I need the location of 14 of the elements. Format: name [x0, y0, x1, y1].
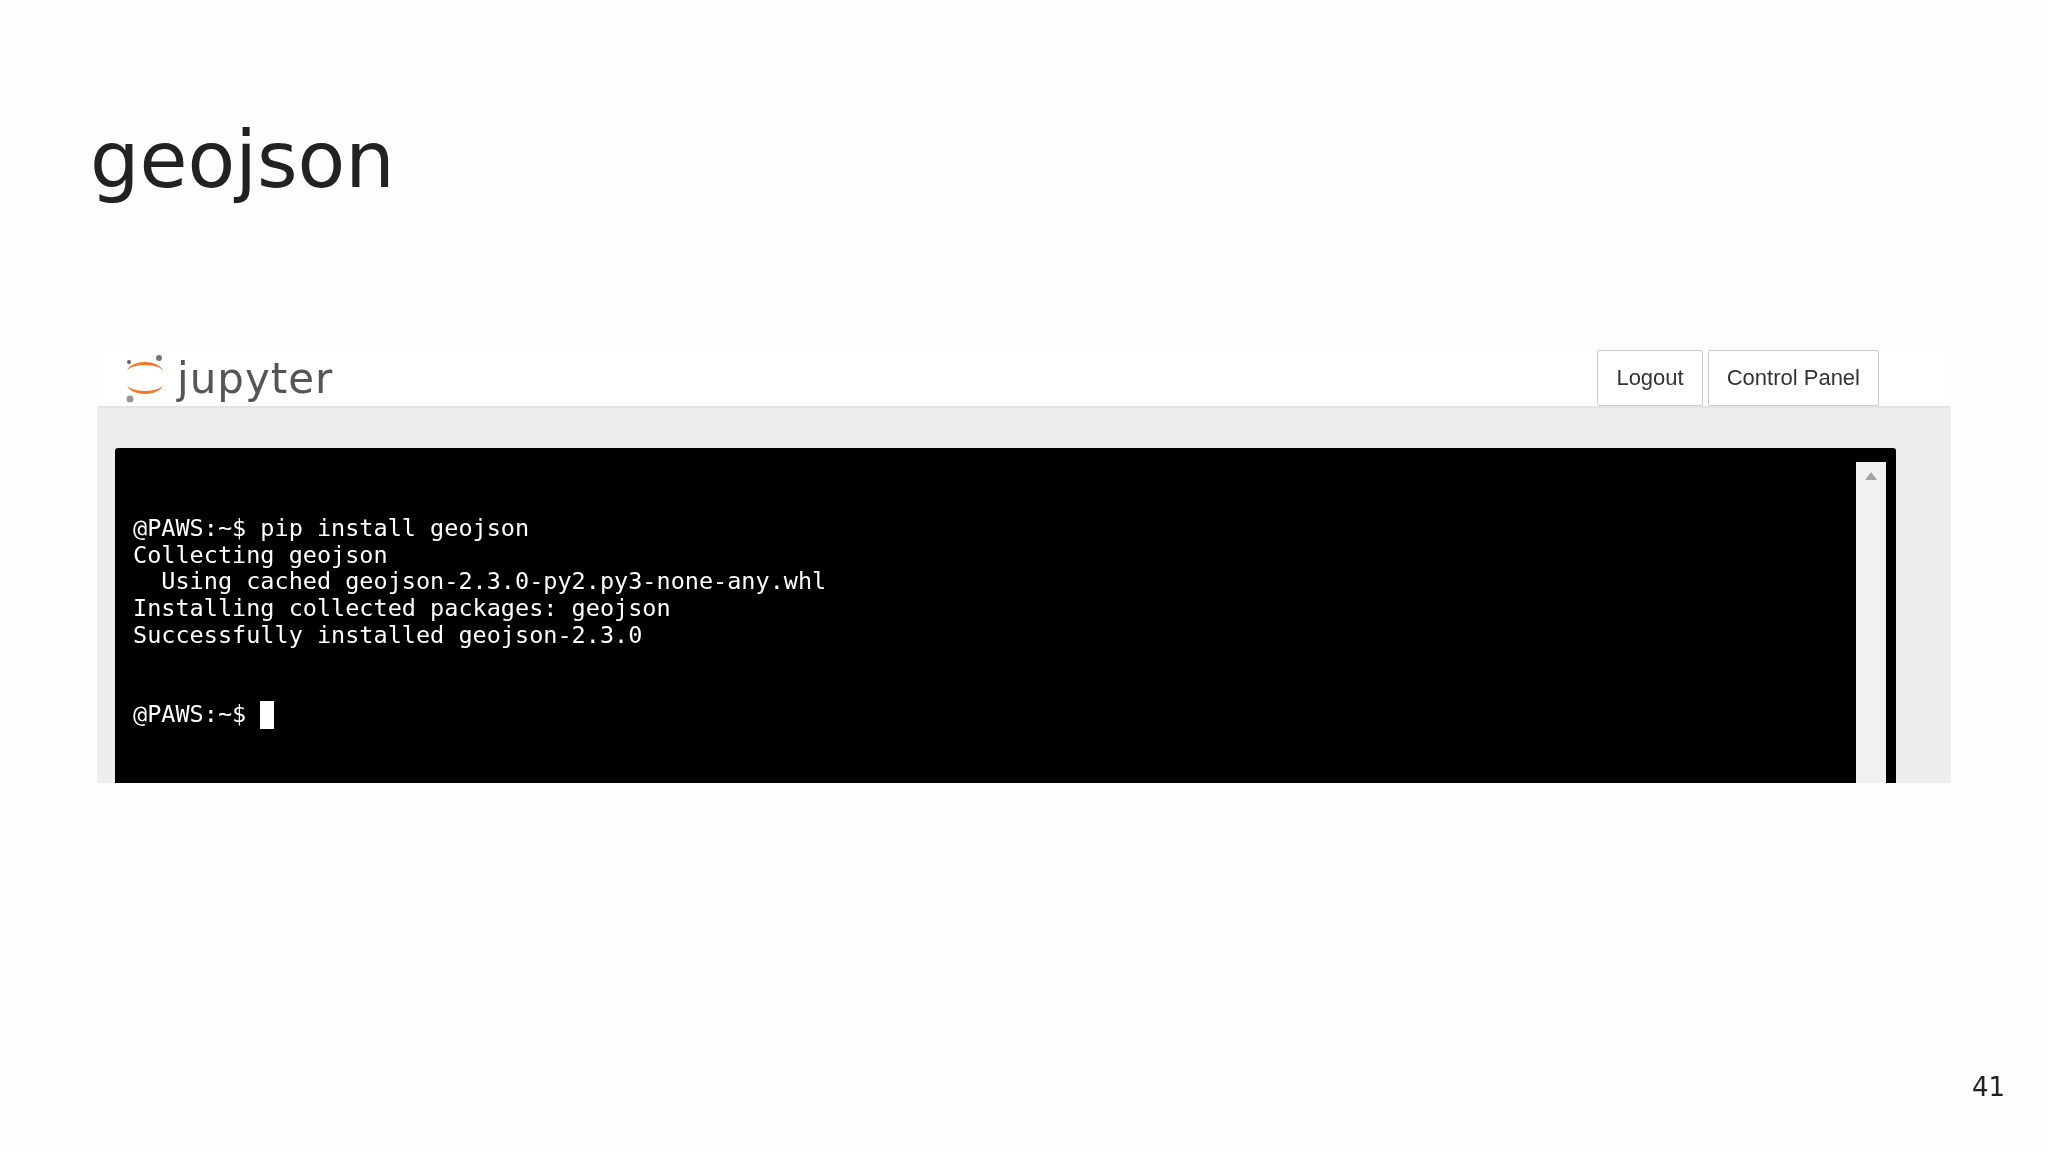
terminal-line: Using cached geojson-2.3.0-py2.py3-none-any.whl [161, 568, 828, 595]
page-number: 41 [1972, 1072, 2006, 1102]
terminal-line: Successfully installed geojson-2.3.0 [133, 621, 643, 649]
terminal-line: Collecting geojson [133, 541, 389, 569]
slide-title: geojson [90, 118, 395, 204]
header-button[interactable]: Control Panel [1707, 350, 1879, 406]
scrollbar[interactable] [1856, 462, 1886, 783]
terminal-prompt: @PAWS:~$ [133, 700, 247, 729]
terminal-line: Installing collected packages: geojson [133, 594, 671, 622]
terminal-line: @PAWS:~$ pip install geojson [133, 515, 531, 542]
brand-name: jupyter [177, 353, 334, 403]
scroll-up-icon[interactable] [1865, 472, 1877, 480]
header-button[interactable]: Logout [1597, 350, 1703, 406]
text-cursor [260, 701, 275, 730]
